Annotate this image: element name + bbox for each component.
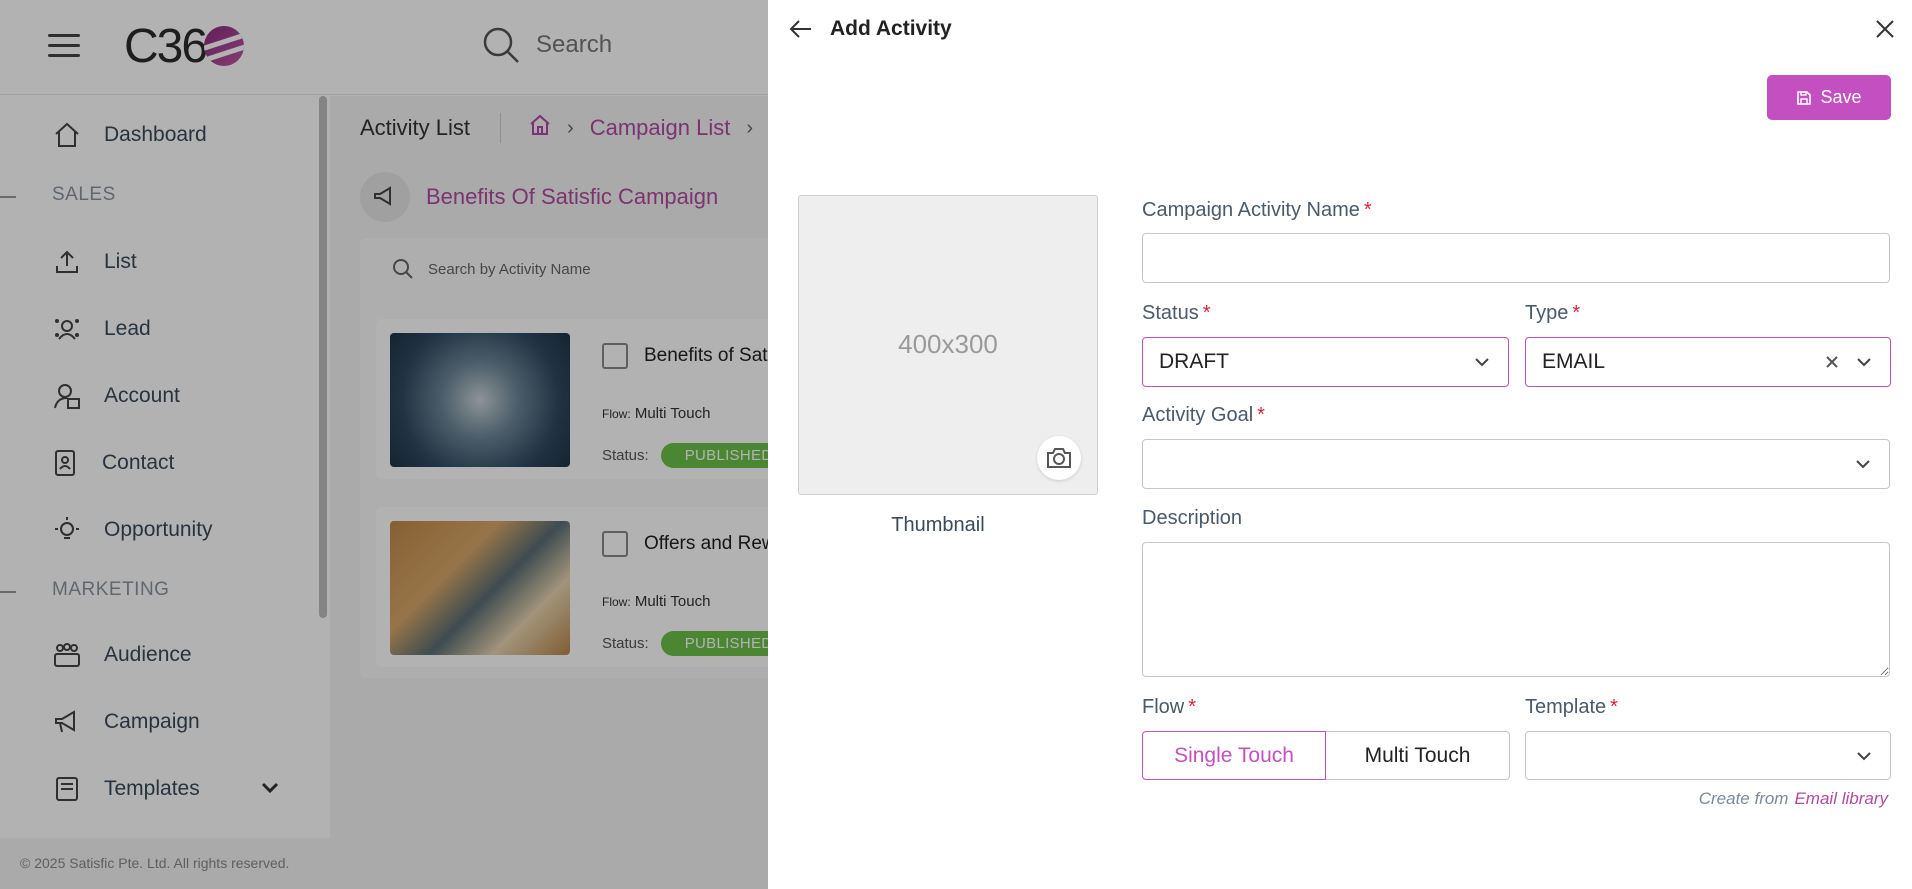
activity-name-label-text: Campaign Activity Name	[1142, 199, 1360, 221]
status-label: Status *	[1142, 302, 1211, 325]
save-label: Save	[1820, 87, 1862, 107]
required-marker: *	[1572, 302, 1581, 324]
required-marker: *	[1610, 696, 1618, 718]
type-value: EMAIL	[1542, 350, 1606, 373]
required-marker: *	[1257, 404, 1265, 426]
type-label-text: Type	[1525, 302, 1569, 324]
status-value: DRAFT	[1159, 350, 1229, 373]
template-label: Template *	[1525, 696, 1618, 719]
chevron-down-icon	[1472, 352, 1492, 372]
drawer-title: Add Activity	[830, 17, 952, 40]
required-marker: *	[1188, 696, 1197, 718]
close-icon[interactable]	[1870, 14, 1900, 44]
activity-goal-label: Activity Goal *	[1142, 404, 1265, 427]
thumbnail-upload[interactable]: 400x300	[798, 195, 1098, 495]
template-label-text: Template	[1525, 696, 1607, 718]
thumbnail-label: Thumbnail	[891, 514, 985, 536]
email-library-link[interactable]: Email library	[1794, 789, 1888, 808]
flow-single-touch-button[interactable]: Single Touch	[1142, 731, 1326, 780]
chevron-down-icon	[1854, 352, 1874, 372]
save-icon	[1797, 90, 1812, 105]
create-from-text: Create from	[1698, 789, 1789, 808]
camera-icon[interactable]	[1037, 436, 1081, 480]
required-marker: *	[1363, 199, 1372, 221]
chevron-down-icon	[1854, 746, 1874, 766]
clear-icon[interactable]	[1822, 352, 1842, 372]
flow-toggle-group: Single Touch Multi Touch	[1142, 731, 1510, 780]
status-label-text: Status	[1142, 302, 1199, 324]
flow-label: Flow *	[1142, 696, 1196, 719]
flow-label-text: Flow	[1142, 696, 1185, 718]
chevron-down-icon	[1853, 454, 1873, 474]
create-from-note: Create from Email library	[1699, 789, 1888, 809]
add-activity-drawer: Add Activity Save 400x300 Thumbnail Camp…	[768, 0, 1912, 889]
activity-goal-select[interactable]	[1142, 439, 1890, 489]
modal-backdrop[interactable]	[0, 0, 768, 889]
type-label: Type *	[1525, 302, 1580, 325]
thumbnail-size-text: 400x300	[898, 329, 998, 359]
required-marker: *	[1202, 302, 1211, 324]
activity-goal-label-text: Activity Goal	[1142, 404, 1254, 426]
status-select[interactable]: DRAFT	[1142, 337, 1509, 387]
activity-name-input[interactable]	[1142, 233, 1890, 283]
activity-name-label: Campaign Activity Name *	[1142, 199, 1372, 222]
description-label-text: Description	[1142, 507, 1243, 529]
description-label: Description	[1142, 507, 1242, 530]
save-button[interactable]: Save	[1767, 75, 1891, 120]
template-select[interactable]	[1525, 731, 1891, 780]
flow-multi-touch-button[interactable]: Multi Touch	[1326, 731, 1510, 780]
description-textarea[interactable]	[1142, 542, 1890, 677]
type-select[interactable]: EMAIL	[1525, 337, 1891, 387]
back-arrow-icon[interactable]	[786, 14, 816, 44]
